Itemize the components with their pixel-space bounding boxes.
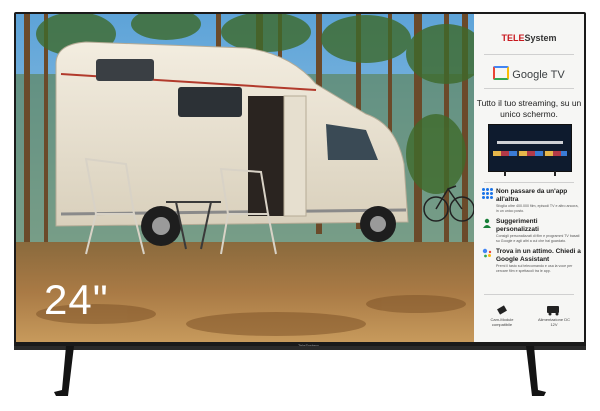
- brand-name-part2: System: [524, 33, 557, 43]
- info-panel: TELESystem Google TV Tutto il tuo stream…: [474, 14, 584, 342]
- feature-description: Sfoglia oltre 400.000 film, episodi TV e…: [496, 204, 579, 213]
- bottom-icon-label: Alimentazione DC 12V: [537, 317, 570, 327]
- cam-module-icon: [497, 305, 507, 315]
- feature-title: Non passare da un'app all'altra: [496, 188, 568, 203]
- telesystem-logo: TELESystem: [474, 28, 584, 46]
- mini-tv-illustration: [488, 124, 572, 172]
- apps-grid-icon: [482, 188, 493, 199]
- bottom-icon-item: Alimentazione DC 12V: [534, 304, 574, 327]
- person-icon: [483, 218, 491, 228]
- tv-frame: 24" TELESystem Google TV Tutto il tuo st…: [14, 12, 586, 348]
- mini-tv-bar: [497, 141, 563, 144]
- platform-name: Google TV: [512, 69, 565, 81]
- screen-size-label: 24": [44, 276, 109, 323]
- feature-description: Premi il tasto sul telecomando e usa la …: [496, 264, 573, 273]
- mini-tv-app-row: [493, 151, 567, 156]
- brand-name-part1: TELE: [501, 33, 525, 43]
- divider: [484, 182, 574, 183]
- google-assistant-icon: [482, 248, 492, 258]
- mini-tv-stand: [504, 171, 506, 176]
- tv-screen: 24" TELESystem Google TV Tutto il tuo st…: [16, 14, 584, 342]
- feature-description: Consigli personalizzati di film e progra…: [496, 234, 580, 243]
- divider: [484, 294, 574, 295]
- feature-title: Suggerimenti personalizzati: [496, 218, 539, 233]
- stand-leg-right: [526, 346, 546, 396]
- stand-leg-left: [54, 346, 74, 396]
- google-tv-icon: [493, 66, 510, 80]
- google-tv-logo: Google TV: [474, 66, 584, 81]
- camper-icon: [547, 306, 559, 316]
- tv-chin: [14, 346, 586, 350]
- divider: [484, 54, 574, 55]
- bottom-icon-label: Cam-Module compatibile: [490, 317, 514, 327]
- feature-title: Trova in un attimo. Chiedi a Google Assi…: [496, 248, 581, 263]
- mini-tv-stand: [554, 171, 556, 176]
- panel-headline: Tutto il tuo streaming, su un unico sche…: [476, 98, 582, 119]
- divider: [484, 88, 574, 89]
- bottom-icon-item: Cam-Module compatibile: [482, 304, 522, 327]
